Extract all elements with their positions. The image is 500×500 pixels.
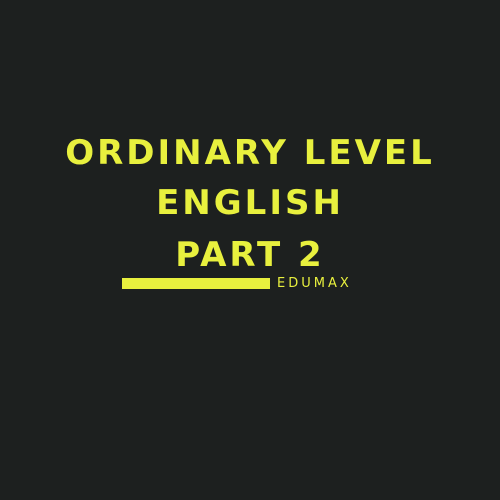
cover-canvas: ORDINARY LEVEL ENGLISH PART 2 EDUMAX — [0, 0, 500, 500]
title-line-1: ORDINARY LEVEL — [65, 133, 435, 173]
title-line-3: PART 2 — [175, 235, 325, 275]
title-line-2: ENGLISH — [156, 183, 344, 223]
accent-underline-bar — [122, 278, 270, 289]
brand-label: EDUMAX — [277, 276, 352, 291]
